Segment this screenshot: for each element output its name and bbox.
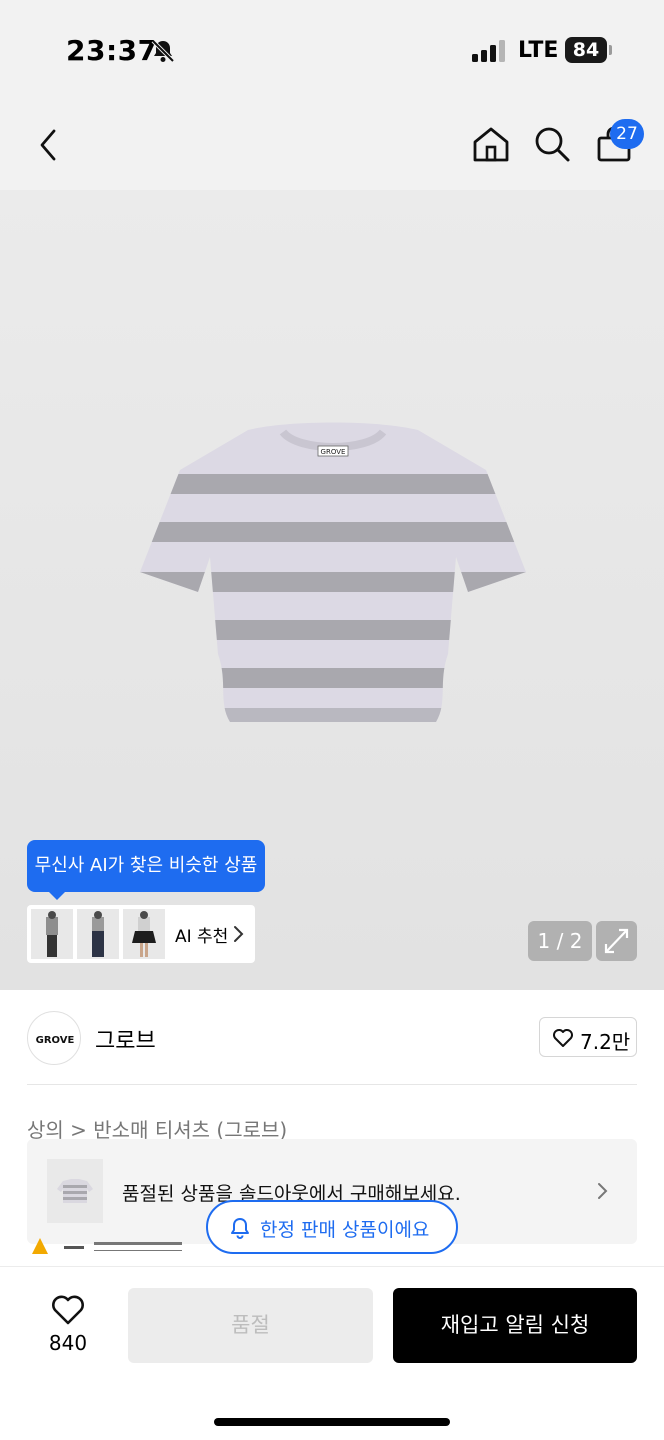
limited-sale-text: 한정 판매 상품이에요 [260,1219,430,1241]
product-photo: GROVE [140,422,526,722]
chevron-right-icon [234,926,244,942]
back-chevron-icon[interactable] [34,127,62,163]
brand-like-count: 7.2만 [580,1030,631,1054]
signal-icon [472,40,505,62]
brand-logo[interactable]: GROVE [27,1011,81,1065]
expand-button[interactable] [596,921,637,961]
bottom-action-bar: 840 품절 재입고 알림 신청 [0,1266,664,1440]
divider [27,1084,637,1085]
recommend-thumb-2[interactable] [77,909,119,959]
brand-logo-text: GROVE [36,1035,75,1046]
bell-slash-icon [151,39,175,63]
ai-similar-tooltip[interactable]: 무신사 AI가 찾은 비슷한 상품 [27,840,265,900]
network-type: LTE [518,38,559,63]
soldout-thumb [47,1159,103,1223]
rating-row-peek [30,1236,230,1254]
home-indicator[interactable] [214,1418,450,1426]
status-bar: 23:37 LTE 84 [0,0,664,100]
home-icon[interactable] [472,125,510,163]
brand-name[interactable]: 그로브 [95,1023,156,1055]
page-indicator: 1 / 2 [528,921,592,961]
restock-alert-button[interactable]: 재입고 알림 신청 [393,1288,637,1363]
wish-count: 840 [48,1331,88,1355]
recommend-thumb-1[interactable] [31,909,73,959]
expand-icon [604,928,629,954]
brand-like-button[interactable]: 7.2만 [539,1017,637,1057]
ai-recommend-card[interactable]: AI 추천 [27,905,255,963]
recommend-thumb-3[interactable] [123,909,165,959]
search-icon[interactable] [533,125,571,163]
product-image-gallery[interactable]: GROVE 무신사 AI가 찾은 비슷한 상품 AI 추천 1 / 2 [0,190,664,990]
brand-row[interactable]: GROVE 그로브 7.2만 [0,990,664,1086]
garment-label: GROVE [321,448,346,456]
soldout-button: 품절 [128,1288,373,1363]
limited-sale-pill: 한정 판매 상품이에요 [206,1200,458,1254]
cart-count-badge: 27 [610,119,644,149]
heart-icon [553,1029,573,1047]
bell-icon [231,1218,249,1239]
chevron-right-icon [598,1183,608,1199]
battery-tip [609,45,612,55]
battery-indicator: 84 [565,37,607,63]
ai-recommend-label: AI 추천 [175,927,229,947]
status-time: 23:37 [66,34,158,67]
heart-icon[interactable] [50,1294,86,1326]
